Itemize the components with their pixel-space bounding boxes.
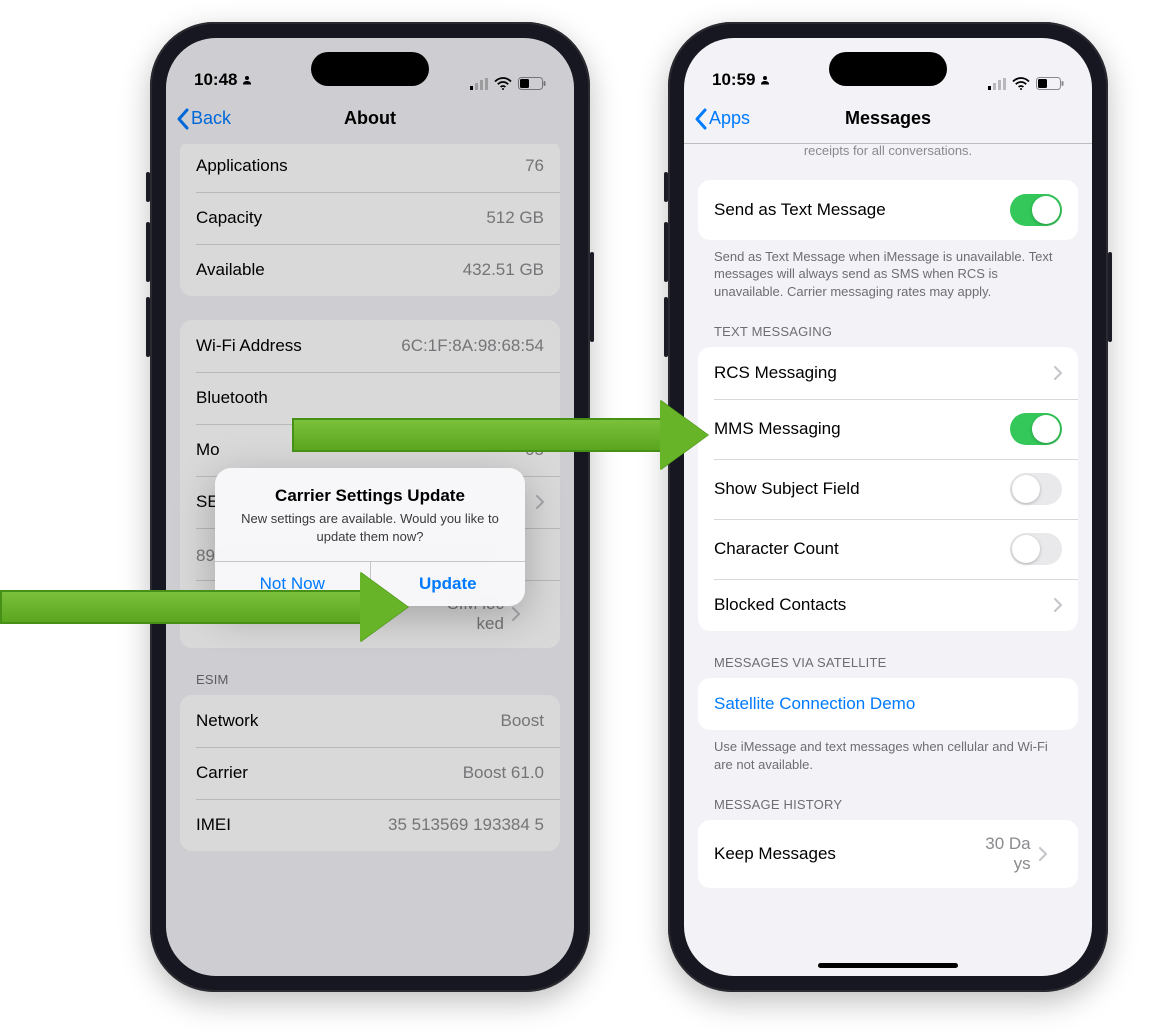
row-send-as-text[interactable]: Send as Text Message xyxy=(698,180,1078,240)
annotation-arrow-2 xyxy=(292,400,708,470)
about-group-esim: Network Boost Carrier Boost 61.0 IMEI 35… xyxy=(180,695,560,851)
home-indicator xyxy=(818,963,958,968)
cell-signal-icon xyxy=(988,78,1006,90)
row-available[interactable]: Available 432.51 GB xyxy=(180,244,560,296)
cell-signal-icon xyxy=(470,78,488,90)
back-button[interactable]: Apps xyxy=(694,108,750,130)
alert-message: New settings are available. Would you li… xyxy=(233,510,507,545)
page-title: About xyxy=(344,108,396,129)
screen-left: 10:48 Back About Applicat xyxy=(166,38,574,976)
chevron-right-icon xyxy=(512,607,520,621)
row-blocked-contacts[interactable]: Blocked Contacts xyxy=(698,579,1078,631)
chevron-right-icon xyxy=(1054,366,1062,380)
chevron-right-icon xyxy=(1054,598,1062,612)
row-keep-messages[interactable]: Keep Messages 30 Days xyxy=(698,820,1078,888)
section-header-text-messaging: TEXT MESSAGING xyxy=(698,324,1078,347)
back-label: Apps xyxy=(709,108,750,129)
row-applications[interactable]: Applications 76 xyxy=(180,144,560,192)
row-imei[interactable]: IMEI 35 513569 193384 5 xyxy=(180,799,560,851)
toggle-mms[interactable] xyxy=(1010,413,1062,445)
screen-right: 10:59 Apps Messages receipts for all con… xyxy=(684,38,1092,976)
section-header-history: MESSAGE HISTORY xyxy=(698,797,1078,820)
send-text-footer: Send as Text Message when iMessage is un… xyxy=(698,240,1078,301)
back-button[interactable]: Back xyxy=(176,108,231,130)
annotation-arrow-1 xyxy=(0,572,408,642)
nav-bar: Apps Messages xyxy=(684,94,1092,144)
alert-title: Carrier Settings Update xyxy=(233,486,507,506)
location-icon xyxy=(241,74,253,86)
battery-icon xyxy=(518,77,546,90)
phone-left: 10:48 Back About Applicat xyxy=(150,22,590,992)
row-character-count[interactable]: Character Count xyxy=(698,519,1078,579)
location-icon xyxy=(759,74,771,86)
row-satellite-demo[interactable]: Satellite Connection Demo xyxy=(698,678,1078,730)
back-label: Back xyxy=(191,108,231,129)
toggle-send-as-text[interactable] xyxy=(1010,194,1062,226)
page-title: Messages xyxy=(845,108,931,129)
chevron-right-icon xyxy=(536,495,544,509)
row-carrier[interactable]: Carrier Boost 61.0 xyxy=(180,747,560,799)
wifi-icon xyxy=(494,77,512,90)
satellite-footer: Use iMessage and text messages when cell… xyxy=(698,730,1078,773)
row-show-subject[interactable]: Show Subject Field xyxy=(698,459,1078,519)
row-capacity[interactable]: Capacity 512 GB xyxy=(180,192,560,244)
row-wifi-address[interactable]: Wi-Fi Address 6C:1F:8A:98:68:54 xyxy=(180,320,560,372)
dynamic-island xyxy=(829,52,947,86)
status-time: 10:59 xyxy=(712,70,755,90)
partial-footer-text: receipts for all conversations. xyxy=(698,144,1078,166)
row-network[interactable]: Network Boost xyxy=(180,695,560,747)
nav-bar: Back About xyxy=(166,94,574,144)
chevron-right-icon xyxy=(1039,847,1047,861)
status-time: 10:48 xyxy=(194,70,237,90)
wifi-icon xyxy=(1012,77,1030,90)
toggle-charcount[interactable] xyxy=(1010,533,1062,565)
dynamic-island xyxy=(311,52,429,86)
battery-icon xyxy=(1036,77,1064,90)
phone-right: 10:59 Apps Messages receipts for all con… xyxy=(668,22,1108,992)
about-group-1: Applications 76 Capacity 512 GB Availabl… xyxy=(180,144,560,296)
row-mms-messaging[interactable]: MMS Messaging xyxy=(698,399,1078,459)
section-header-esim: ESIM xyxy=(180,672,560,695)
section-header-satellite: MESSAGES VIA SATELLITE xyxy=(698,655,1078,678)
toggle-subject[interactable] xyxy=(1010,473,1062,505)
row-rcs-messaging[interactable]: RCS Messaging xyxy=(698,347,1078,399)
